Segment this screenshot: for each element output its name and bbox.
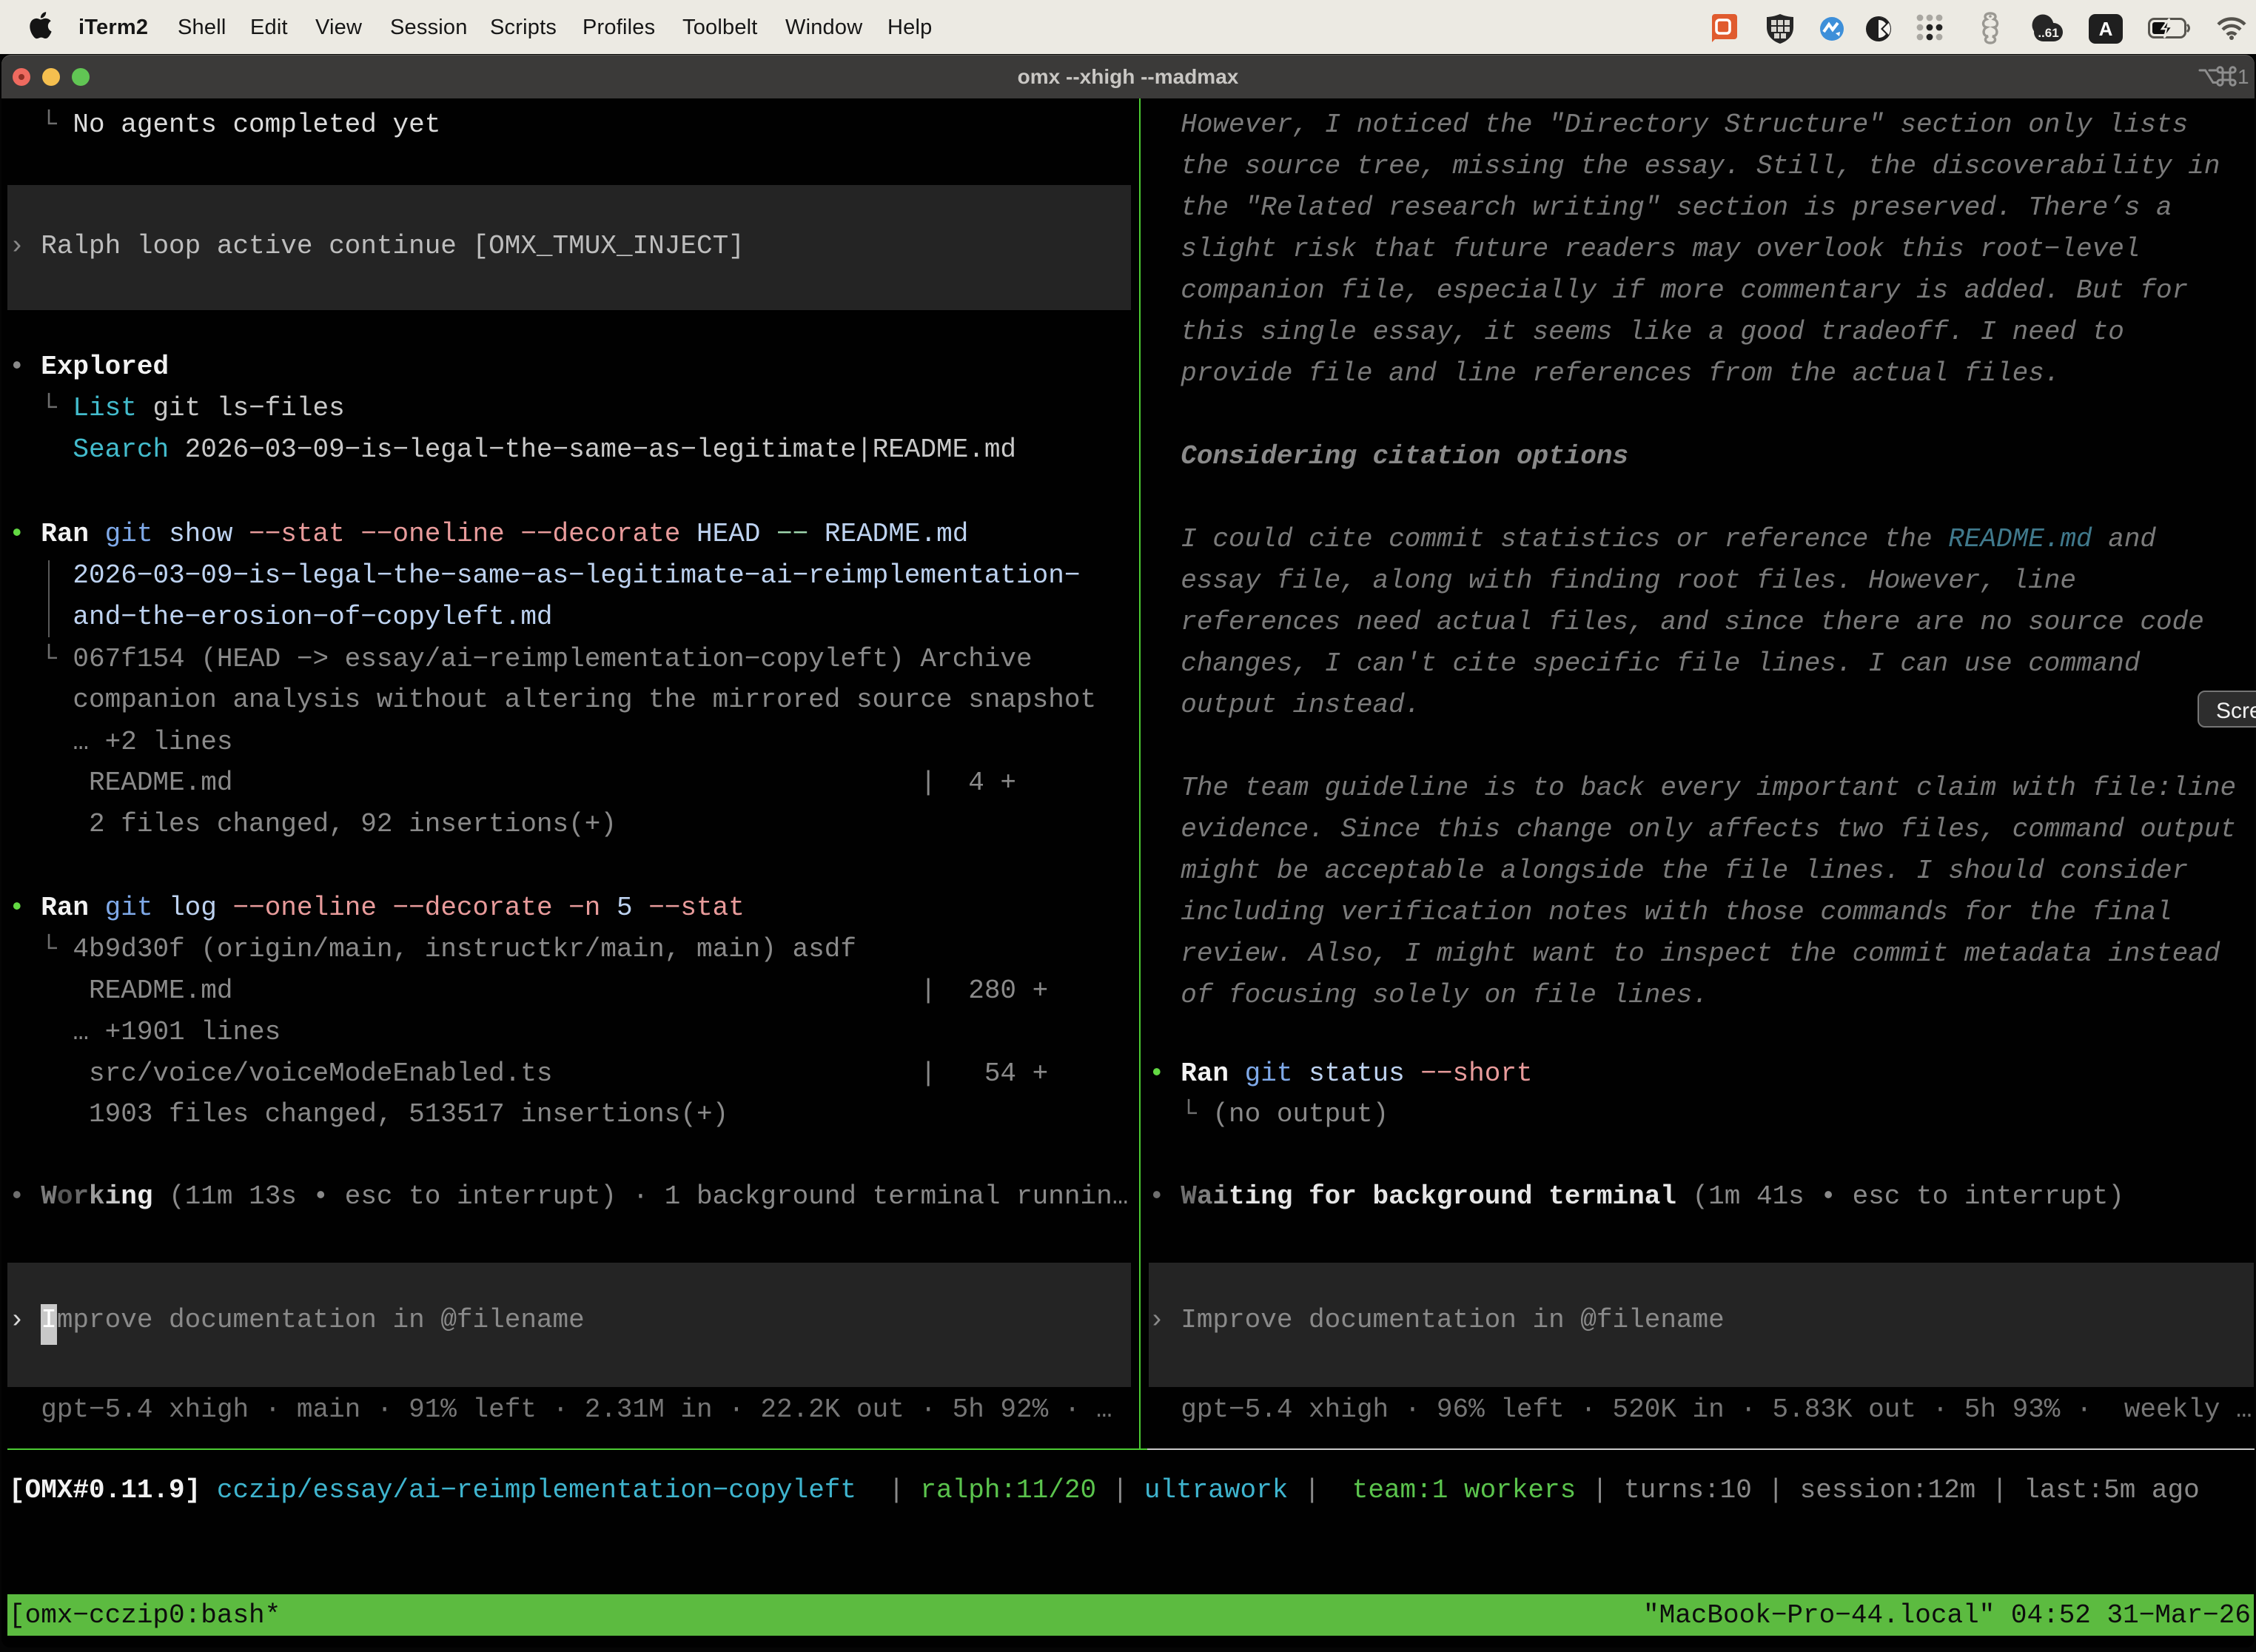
svg-text:A: A — [2099, 18, 2113, 40]
svg-text:1: 1 — [2237, 65, 2249, 88]
svg-text:..61: ..61 — [2038, 26, 2058, 40]
